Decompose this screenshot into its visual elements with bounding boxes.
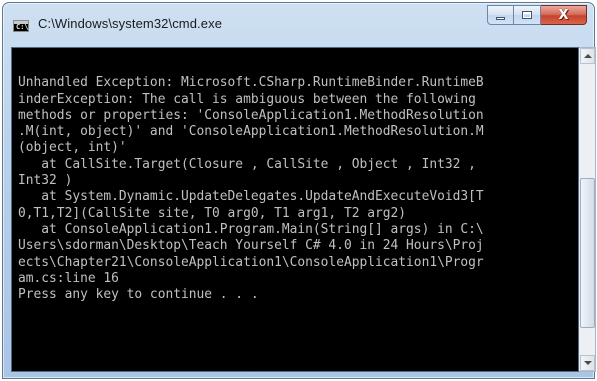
console-line: at ConsoleApplication1.Program.Main(Stri… xyxy=(18,221,484,237)
vertical-scrollbar[interactable] xyxy=(579,47,596,372)
console-line: Users\sdorman\Desktop\Teach Yourself C# … xyxy=(18,238,484,254)
console-line: Press any key to continue . . . xyxy=(18,287,259,303)
maximize-button[interactable] xyxy=(514,5,541,25)
cmd-console-icon[interactable]: C:\ xyxy=(13,20,29,32)
console-line: .M(int, object)' and 'ConsoleApplication… xyxy=(18,124,484,140)
arrow-up-icon xyxy=(583,54,592,58)
console-line: Int32 ) xyxy=(18,173,73,189)
console-line: ects\Chapter21\ConsoleApplication1\Conso… xyxy=(18,254,484,270)
arrow-down-icon xyxy=(583,361,592,365)
console-window: C:\ C:\Windows\system32\cmd.exe X Unhand… xyxy=(2,2,596,379)
close-button[interactable]: X xyxy=(541,5,587,25)
console-output[interactable]: Unhandled Exception: Microsoft.CSharp.Ru… xyxy=(11,47,579,372)
console-line: at CallSite.Target(Closure , CallSite , … xyxy=(18,156,476,172)
console-line: 0,T1,T2](CallSite site, T0 arg0, T1 arg1… xyxy=(18,205,407,221)
scroll-thumb[interactable] xyxy=(580,178,595,328)
console-text: Unhandled Exception: Microsoft.CSharp.Ru… xyxy=(18,59,484,303)
console-line: (object, int)' xyxy=(18,140,127,156)
console-line: methods or properties: 'ConsoleApplicati… xyxy=(18,107,484,123)
scroll-down-button[interactable] xyxy=(580,355,595,371)
console-line: am.cs:line 16 xyxy=(18,270,119,286)
title-bar[interactable]: C:\ C:\Windows\system32\cmd.exe X xyxy=(3,3,594,47)
console-line: at System.Dynamic.UpdateDelegates.Update… xyxy=(18,189,484,205)
window-title: C:\Windows\system32\cmd.exe xyxy=(38,16,223,31)
minimize-icon xyxy=(496,16,505,20)
maximize-icon xyxy=(522,11,532,19)
scroll-up-button[interactable] xyxy=(580,48,595,64)
console-line: inderException: The call is ambiguous be… xyxy=(18,91,476,107)
console-line: Unhandled Exception: Microsoft.CSharp.Ru… xyxy=(18,75,484,91)
minimize-button[interactable] xyxy=(487,5,514,25)
window-controls: X xyxy=(487,5,587,26)
icon-prompt-text: C:\ xyxy=(16,23,29,31)
close-icon: X xyxy=(558,7,569,23)
